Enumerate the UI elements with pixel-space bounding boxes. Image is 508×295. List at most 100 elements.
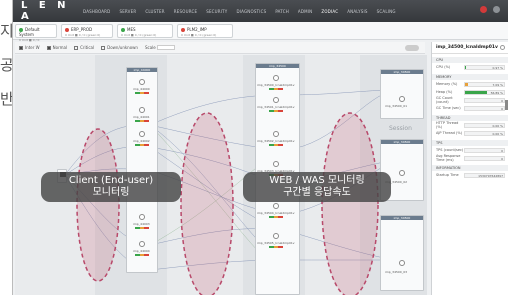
status-dot bbox=[121, 28, 125, 32]
was-group-header: imp_44000 bbox=[127, 68, 157, 72]
right-node-1[interactable]: imp_34500 imp_34500_01 bbox=[380, 69, 424, 119]
nav-item-server[interactable]: SERVER bbox=[119, 9, 136, 14]
web-status-bar bbox=[269, 246, 284, 248]
was-server-icon[interactable] bbox=[139, 241, 145, 247]
web-server-icon[interactable] bbox=[273, 233, 279, 239]
filter-inter[interactable]: Inter W bbox=[19, 45, 40, 50]
right-node-2-header: imp_34500 bbox=[381, 140, 423, 144]
metric-row: GC Count (count) 0 bbox=[432, 96, 508, 104]
web-status-bar bbox=[269, 110, 284, 112]
detail-panel-title: imp_34500_lcnaldmp01v bbox=[432, 42, 508, 54]
system-tab[interactable]: Default System0 Unit ■ 0 / 0 (green:0 / … bbox=[15, 24, 57, 46]
system-tab[interactable]: ERP_PROD 0 Unit ■ 0 / 0 (green:0) bbox=[61, 24, 113, 38]
metric-label: Startup Time bbox=[436, 173, 459, 177]
metric-label: CPU (%) bbox=[436, 65, 451, 69]
metric-fill bbox=[465, 82, 468, 86]
detail-panel: imp_34500_lcnaldmp01v CPU CPU (%) 0.97 % ME… bbox=[431, 42, 508, 295]
nav-item-cluster[interactable]: CLUSTER bbox=[145, 9, 164, 14]
metric-value-bar: 0 bbox=[464, 155, 505, 161]
was-node-label: imp_44001 bbox=[133, 115, 150, 119]
web-server-icon[interactable] bbox=[273, 97, 279, 103]
metric-row: AJP Thread (%) 0.00 % bbox=[432, 129, 508, 137]
web-status-bar bbox=[269, 144, 284, 146]
metric-value: 0 bbox=[501, 156, 503, 161]
was-server-icon[interactable] bbox=[139, 107, 145, 113]
nav-item-diagnostics[interactable]: DIAGNOSTICS bbox=[236, 9, 266, 14]
nav-item-security[interactable]: SECURITY bbox=[206, 9, 227, 14]
right-node-3-header: imp_34500 bbox=[381, 216, 423, 220]
system-tab[interactable]: PLM2_IMP 0 Unit ■ 0 / 0 (green:0) bbox=[177, 24, 233, 38]
web-status-bar bbox=[269, 88, 284, 90]
web-server-icon[interactable] bbox=[273, 75, 279, 81]
nav-item-admin[interactable]: ADMIN bbox=[298, 9, 312, 14]
nav-item-analysis[interactable]: ANALYSIS bbox=[347, 9, 367, 14]
nav-item-dashboard[interactable]: DASHBOARD bbox=[83, 9, 110, 14]
tab-sub: 0 Unit ■ 0 / 0 (green:0) bbox=[181, 33, 217, 37]
metric-label: AJP Thread (%) bbox=[436, 131, 463, 135]
metric-row: Avg Response Time (ms) 0 bbox=[432, 154, 508, 162]
filter-bar: Inter W Normal Critical Down/unknown Sca… bbox=[15, 42, 425, 54]
session-label: Session bbox=[389, 125, 412, 132]
user-icon[interactable] bbox=[493, 6, 500, 13]
status-dot bbox=[181, 28, 185, 32]
client-monitoring-label: Client (End-user) 모니터링 bbox=[41, 172, 181, 202]
tab-name: ERP_PROD bbox=[71, 27, 93, 32]
was-server-icon[interactable] bbox=[139, 79, 145, 85]
filter-critical[interactable]: Critical bbox=[74, 45, 94, 50]
right-node-3[interactable]: imp_34500 imp_34500_03 bbox=[380, 215, 424, 291]
metric-fill bbox=[465, 90, 488, 94]
metric-value-bar: 0.00 % bbox=[464, 130, 505, 136]
web-server-icon[interactable] bbox=[273, 161, 279, 167]
system-tab[interactable]: MES 0 Unit ■ 0 / 0 (green:0) bbox=[117, 24, 173, 38]
tab-name: MES bbox=[127, 27, 136, 32]
right-node-1-header: imp_34500 bbox=[381, 70, 423, 74]
topology-canvas[interactable]: imp_44000 imp_44000 imp_44001 imp_44002 imp… bbox=[15, 55, 427, 295]
was-status-bar bbox=[135, 120, 150, 122]
tab-sub: 0 Unit ■ 0 / 0 (green:0) bbox=[121, 33, 157, 37]
was-node-label: imp_44000 bbox=[133, 87, 150, 91]
was-node-label: imp_44002 bbox=[133, 139, 150, 143]
web-server-icon[interactable] bbox=[273, 131, 279, 137]
metric-label: Avg Response Time (ms) bbox=[436, 154, 461, 162]
view-toggle[interactable] bbox=[405, 45, 419, 51]
metric-value-bar: 0 bbox=[464, 147, 505, 153]
metric-label: HTTP Thread (%) bbox=[436, 121, 459, 129]
web-server-icon[interactable] bbox=[273, 203, 279, 209]
metric-value-bar: 0 bbox=[464, 105, 505, 111]
nav-item-resource[interactable]: RESOURCE bbox=[174, 9, 197, 14]
metric-row: CPU (%) 0.97 % bbox=[432, 63, 508, 71]
metric-value-bar: 0 bbox=[464, 97, 505, 103]
metric-value: 0.00 % bbox=[492, 123, 503, 128]
server-icon bbox=[399, 96, 405, 102]
nav-item-scaling[interactable]: SCALING bbox=[377, 9, 396, 14]
tab-sub: 0 Unit ■ 0 / 0 (green:0) bbox=[65, 33, 101, 37]
system-tab-bar: Default System0 Unit ■ 0 / 0 (green:0 / … bbox=[13, 22, 508, 57]
top-icons bbox=[480, 6, 500, 13]
metric-value: 0 bbox=[501, 148, 503, 153]
filter-down[interactable]: Down/unknown bbox=[101, 45, 138, 50]
metric-value-bar: 0.97 % bbox=[464, 64, 505, 70]
metric-value: 1530797642897 bbox=[478, 173, 503, 178]
metric-row: Startup Time 1530797642897 bbox=[432, 171, 508, 179]
app-logo[interactable]: L E N A bbox=[21, 0, 83, 22]
metric-label: GC Count (count) bbox=[436, 96, 453, 104]
metric-value: 0.97 % bbox=[492, 65, 503, 70]
nav-item-zodiac[interactable]: ZODIAC bbox=[321, 9, 338, 14]
metric-label: Heap (%) bbox=[436, 90, 453, 94]
metric-row: GC Time (sec) 0 bbox=[432, 104, 508, 112]
help-icon[interactable] bbox=[500, 45, 505, 50]
filter-normal[interactable]: Normal bbox=[46, 45, 67, 50]
metric-row: Heap (%) 56.89 % bbox=[432, 88, 508, 96]
notification-icon[interactable] bbox=[480, 6, 487, 13]
web-node-label: imp_34500_lcnaldmp01v bbox=[257, 83, 295, 87]
metric-fill bbox=[465, 65, 466, 69]
scale-select[interactable]: Scale bbox=[145, 45, 176, 51]
tab-name: PLM2_IMP bbox=[187, 27, 207, 32]
was-node-label: imp_44003 bbox=[133, 222, 150, 226]
top-nav-bar: L E N A DASHBOARD SERVER CLUSTER RESOURCE SE… bbox=[13, 0, 508, 22]
nav-item-patch[interactable]: PATCH bbox=[275, 9, 289, 14]
was-server-icon[interactable] bbox=[139, 131, 145, 137]
web-group-header: imp_34500 bbox=[256, 64, 299, 68]
metric-label: GC Time (sec) bbox=[436, 106, 461, 110]
was-server-icon[interactable] bbox=[139, 214, 145, 220]
